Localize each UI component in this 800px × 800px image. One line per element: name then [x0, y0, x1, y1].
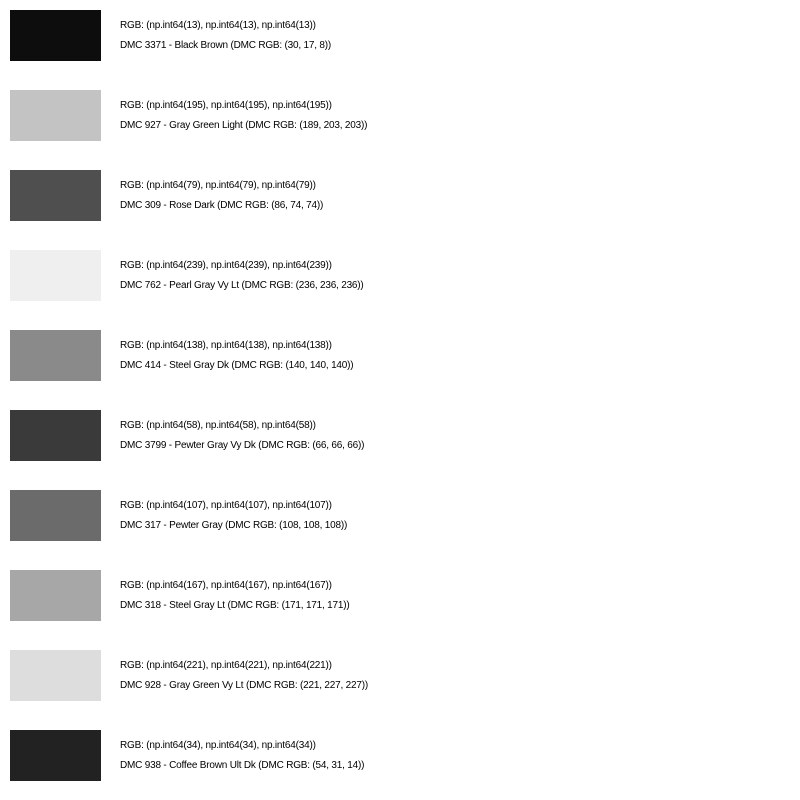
dmc-match-label: DMC 3799 - Pewter Gray Vy Dk (DMC RGB: (… — [120, 440, 365, 451]
swatch-row: RGB: (np.int64(58), np.int64(58), np.int… — [0, 400, 800, 480]
color-swatch — [10, 730, 101, 781]
dmc-match-label: DMC 927 - Gray Green Light (DMC RGB: (18… — [120, 120, 368, 131]
rgb-value-label: RGB: (np.int64(58), np.int64(58), np.int… — [120, 420, 316, 431]
rgb-value-label: RGB: (np.int64(107), np.int64(107), np.i… — [120, 500, 332, 511]
dmc-match-label: DMC 762 - Pearl Gray Vy Lt (DMC RGB: (23… — [120, 280, 364, 291]
swatch-row: RGB: (np.int64(138), np.int64(138), np.i… — [0, 320, 800, 400]
color-swatch — [10, 650, 101, 701]
color-swatch — [10, 250, 101, 301]
color-swatch — [10, 170, 101, 221]
swatch-row: RGB: (np.int64(167), np.int64(167), np.i… — [0, 560, 800, 640]
rgb-value-label: RGB: (np.int64(34), np.int64(34), np.int… — [120, 740, 316, 751]
swatch-row: RGB: (np.int64(34), np.int64(34), np.int… — [0, 720, 800, 800]
color-swatch — [10, 330, 101, 381]
rgb-value-label: RGB: (np.int64(167), np.int64(167), np.i… — [120, 580, 332, 591]
color-swatch — [10, 90, 101, 141]
rgb-value-label: RGB: (np.int64(13), np.int64(13), np.int… — [120, 20, 316, 31]
dmc-match-label: DMC 3371 - Black Brown (DMC RGB: (30, 17… — [120, 40, 332, 51]
swatch-row: RGB: (np.int64(221), np.int64(221), np.i… — [0, 640, 800, 720]
rgb-value-label: RGB: (np.int64(79), np.int64(79), np.int… — [120, 180, 316, 191]
rgb-value-label: RGB: (np.int64(138), np.int64(138), np.i… — [120, 340, 332, 351]
color-swatch — [10, 410, 101, 461]
color-swatch-list: RGB: (np.int64(13), np.int64(13), np.int… — [0, 0, 800, 800]
color-swatch — [10, 490, 101, 541]
color-swatch — [10, 570, 101, 621]
rgb-value-label: RGB: (np.int64(221), np.int64(221), np.i… — [120, 660, 332, 671]
dmc-match-label: DMC 318 - Steel Gray Lt (DMC RGB: (171, … — [120, 600, 350, 611]
swatch-row: RGB: (np.int64(239), np.int64(239), np.i… — [0, 240, 800, 320]
swatch-row: RGB: (np.int64(79), np.int64(79), np.int… — [0, 160, 800, 240]
rgb-value-label: RGB: (np.int64(195), np.int64(195), np.i… — [120, 100, 332, 111]
color-swatch — [10, 10, 101, 61]
dmc-match-label: DMC 309 - Rose Dark (DMC RGB: (86, 74, 7… — [120, 200, 324, 211]
swatch-row: RGB: (np.int64(13), np.int64(13), np.int… — [0, 0, 800, 80]
dmc-match-label: DMC 317 - Pewter Gray (DMC RGB: (108, 10… — [120, 520, 348, 531]
swatch-row: RGB: (np.int64(195), np.int64(195), np.i… — [0, 80, 800, 160]
rgb-value-label: RGB: (np.int64(239), np.int64(239), np.i… — [120, 260, 332, 271]
dmc-match-label: DMC 928 - Gray Green Vy Lt (DMC RGB: (22… — [120, 680, 369, 691]
dmc-match-label: DMC 414 - Steel Gray Dk (DMC RGB: (140, … — [120, 360, 354, 371]
dmc-match-label: DMC 938 - Coffee Brown Ult Dk (DMC RGB: … — [120, 760, 365, 771]
swatch-row: RGB: (np.int64(107), np.int64(107), np.i… — [0, 480, 800, 560]
